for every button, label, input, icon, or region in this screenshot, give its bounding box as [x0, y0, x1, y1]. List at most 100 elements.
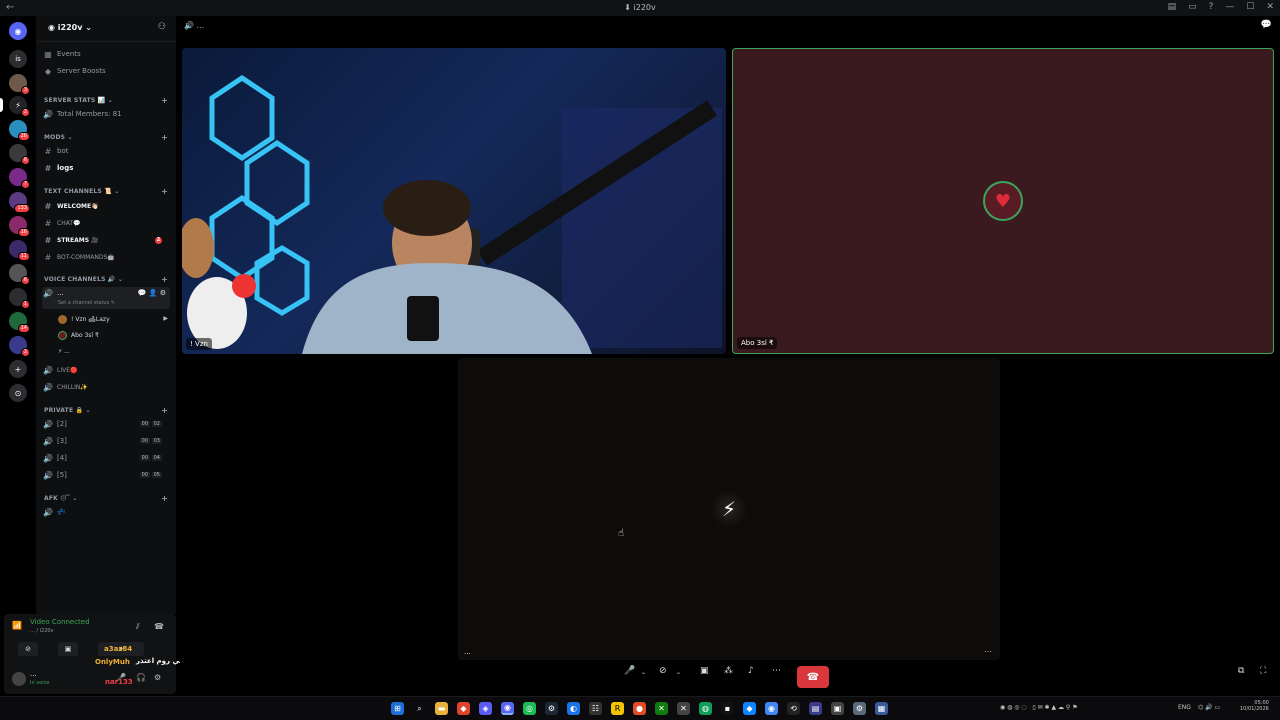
- category-private[interactable]: PRIVATE 🔒 ⌄ +: [44, 406, 172, 415]
- app-icon[interactable]: ◎: [523, 702, 536, 715]
- channel-welcome[interactable]: # WELCOME👋🏻: [42, 199, 170, 213]
- avatar[interactable]: [12, 672, 26, 686]
- server-avatar-icon[interactable]: 11: [9, 240, 30, 261]
- app-icon[interactable]: R: [611, 702, 624, 715]
- voice-user[interactable]: ! Vzn 🛋Lazy: [58, 312, 110, 326]
- video-tile-vzn[interactable]: ! Vzn: [182, 48, 726, 354]
- server-avatar-icon[interactable]: 6: [9, 144, 30, 165]
- screen-share-button[interactable]: ▣: [58, 642, 78, 656]
- voice-user[interactable]: ⚡ ...: [58, 344, 70, 358]
- add-channel-icon[interactable]: +: [161, 133, 168, 142]
- clock[interactable]: 05:00 10/01/2026: [1240, 700, 1269, 712]
- discord-taskbar-icon[interactable]: ◉: [501, 702, 514, 715]
- voice-channel-chillin[interactable]: 🔊 CHILLIN✨: [42, 380, 170, 394]
- category-text-channels[interactable]: TEXT CHANNELS 📜 ⌄ +: [44, 187, 172, 196]
- channel-bot-commands[interactable]: # BOT-COMMANDS🤖: [42, 250, 170, 264]
- network-volume-icons[interactable]: ⌬ 🔊 ▭: [1198, 704, 1220, 711]
- server-i220v-icon[interactable]: ⚡ 2: [9, 96, 30, 117]
- steam-icon[interactable]: ⚙: [545, 702, 558, 715]
- guild-header[interactable]: ◉ i220v ⌄ ⚇: [36, 16, 176, 42]
- voice-channel-private-2[interactable]: 🔊 [2] 00 02: [42, 417, 170, 431]
- camera-toggle-button[interactable]: ⊘: [659, 666, 667, 676]
- add-channel-icon[interactable]: +: [161, 406, 168, 415]
- video-tile-3[interactable]: ⚡ ... ⋯ ☝: [458, 358, 1000, 660]
- app-icon[interactable]: ●: [633, 702, 646, 715]
- chevron-down-icon[interactable]: ⌄: [641, 669, 646, 676]
- app-icon[interactable]: ◆: [743, 702, 756, 715]
- channel-streams[interactable]: # STREAMS 🎥 2: [42, 233, 170, 247]
- server-avatar-icon[interactable]: 1: [9, 288, 30, 309]
- video-tile-abo3sl[interactable]: ♥ Abo 3sl ₹: [732, 48, 1274, 354]
- screen-share-icon[interactable]: ▣: [700, 666, 709, 676]
- voice-channel-afk[interactable]: 🔊 💤: [42, 505, 170, 519]
- headphones-icon[interactable]: 🎧: [136, 673, 146, 682]
- minimize-icon[interactable]: —: [1225, 2, 1234, 12]
- file-explorer-icon[interactable]: ▬: [435, 702, 448, 715]
- add-channel-icon[interactable]: +: [161, 187, 168, 196]
- voice-channel-private-4[interactable]: 🔊 [4] 00 04: [42, 451, 170, 465]
- discover-icon[interactable]: ⊙: [9, 384, 27, 402]
- set-channel-status[interactable]: Set a channel status ✎: [58, 300, 115, 306]
- soundboard-icon[interactable]: ♪: [748, 666, 754, 676]
- voice-user[interactable]: Abo 3sl ₹: [58, 328, 99, 342]
- server-avatar-icon[interactable]: 14: [9, 312, 30, 333]
- category-server-stats[interactable]: SERVER STATS 📊 ⌄ +: [44, 96, 172, 105]
- app-icon[interactable]: ▣: [831, 702, 844, 715]
- server-avatar-icon[interactable]: 16: [9, 216, 30, 237]
- fullscreen-icon[interactable]: ⛶: [1260, 666, 1266, 676]
- sidebar-item-events[interactable]: ▦ Events: [42, 47, 170, 61]
- disconnect-icon[interactable]: ☎: [154, 622, 164, 631]
- app-icon[interactable]: ✕: [677, 702, 690, 715]
- add-channel-icon[interactable]: +: [161, 494, 168, 503]
- search-icon[interactable]: ⌕: [413, 702, 426, 715]
- discord-home-icon[interactable]: ◉: [9, 22, 27, 40]
- server-avatar-icon[interactable]: 26: [9, 120, 30, 141]
- voice-channel-private-5[interactable]: 🔊 [5] 00 05: [42, 468, 170, 482]
- app-icon[interactable]: ◐: [567, 702, 580, 715]
- chat-icon[interactable]: 💬: [138, 289, 147, 297]
- brave-icon[interactable]: ◆: [457, 702, 470, 715]
- gear-icon[interactable]: ⚙: [154, 673, 161, 682]
- add-server-icon[interactable]: +: [9, 360, 27, 378]
- language-indicator[interactable]: ENG: [1178, 704, 1191, 711]
- channel-total-members[interactable]: 🔊 Total Members: 81: [42, 107, 170, 121]
- screen-icon[interactable]: ▭: [1188, 2, 1197, 12]
- category-voice-channels[interactable]: VOICE CHANNELS 🔊 ⌄ +: [44, 275, 172, 284]
- tray-icons[interactable]: ◉ ◍ ◎ ◌ ▯ ✉ ✱ ▲ ☁ ⚲ ⚑: [1000, 704, 1078, 711]
- voice-location[interactable]: ... / i220v: [30, 628, 54, 634]
- app-icon[interactable]: ☷: [589, 702, 602, 715]
- maximize-icon[interactable]: ☐: [1246, 2, 1254, 12]
- inbox-icon[interactable]: ▤: [1168, 2, 1177, 12]
- voice-channel-live[interactable]: 🔊 LIVE🔴: [42, 363, 170, 377]
- add-channel-icon[interactable]: +: [161, 96, 168, 105]
- voice-channel-private-3[interactable]: 🔊 [3] 00 03: [42, 434, 170, 448]
- app-icon[interactable]: ▤: [809, 702, 822, 715]
- server-avatar-icon[interactable]: 2: [9, 336, 30, 357]
- server-avatar-icon[interactable]: 7: [9, 168, 30, 189]
- noise-suppression-icon[interactable]: ⫽: [136, 622, 140, 632]
- app-icon[interactable]: ⟲: [787, 702, 800, 715]
- xbox-icon[interactable]: ✕: [655, 702, 668, 715]
- app-icon[interactable]: ◍: [699, 702, 712, 715]
- category-afk[interactable]: AFK 😴 ⌄ +: [44, 494, 172, 503]
- popout-icon[interactable]: ⧉: [1238, 666, 1244, 676]
- chat-toggle-icon[interactable]: 💬: [1261, 20, 1272, 30]
- server-avatar-icon[interactable]: 133: [9, 192, 30, 213]
- start-icon[interactable]: ⊞: [391, 702, 404, 715]
- settings-icon[interactable]: ⚙: [160, 289, 166, 297]
- close-icon[interactable]: ✕: [1266, 2, 1274, 12]
- channel-bot[interactable]: # bot: [42, 144, 170, 158]
- more-options-icon[interactable]: ⋯: [984, 647, 992, 656]
- app-icon[interactable]: ▪: [721, 702, 734, 715]
- invite-icon[interactable]: 👤: [149, 289, 158, 297]
- server-is-icon[interactable]: is: [9, 50, 27, 68]
- sidebar-item-server-boosts[interactable]: ◆ Server Boosts: [42, 64, 170, 78]
- add-channel-icon[interactable]: +: [161, 275, 168, 284]
- mic-toggle-button[interactable]: 🎤: [624, 666, 635, 676]
- server-avatar-icon[interactable]: 6: [9, 264, 30, 285]
- app-icon[interactable]: ▦: [875, 702, 888, 715]
- more-icon[interactable]: ⋯: [772, 666, 781, 676]
- add-member-icon[interactable]: ⚇: [158, 22, 166, 32]
- channel-logs[interactable]: # logs: [42, 161, 170, 175]
- app-icon[interactable]: ◈: [479, 702, 492, 715]
